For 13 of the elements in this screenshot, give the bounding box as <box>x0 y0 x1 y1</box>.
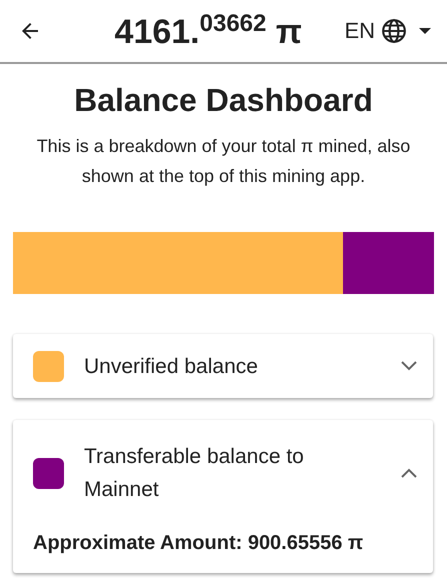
balance-accordion[interactable]: Transferable balance to Mainnet Approximate Amount: 900.65556 π <box>13 420 433 573</box>
chevron-down-icon <box>401 361 417 371</box>
balance-accordion[interactable]: Unverified balance <box>13 334 433 398</box>
approximate-amount: Approximate Amount: 900.65556 π <box>32 531 364 556</box>
section-label: Unverified balance <box>84 354 259 380</box>
chevron-up-icon <box>401 468 417 478</box>
balance-amount: 4161.$^{03662}$ π <box>114 10 303 52</box>
description-text: This is a breakdown of your total π mined, also shown at the top of this mining app. <box>36 135 412 188</box>
globe-icon <box>381 18 407 44</box>
dropdown-caret-icon <box>419 28 431 34</box>
page-title: Balance Dashboard <box>73 82 374 119</box>
language-selector[interactable]: EN <box>344 18 431 44</box>
section-label: Transferable balance to Mainnet <box>84 444 305 503</box>
